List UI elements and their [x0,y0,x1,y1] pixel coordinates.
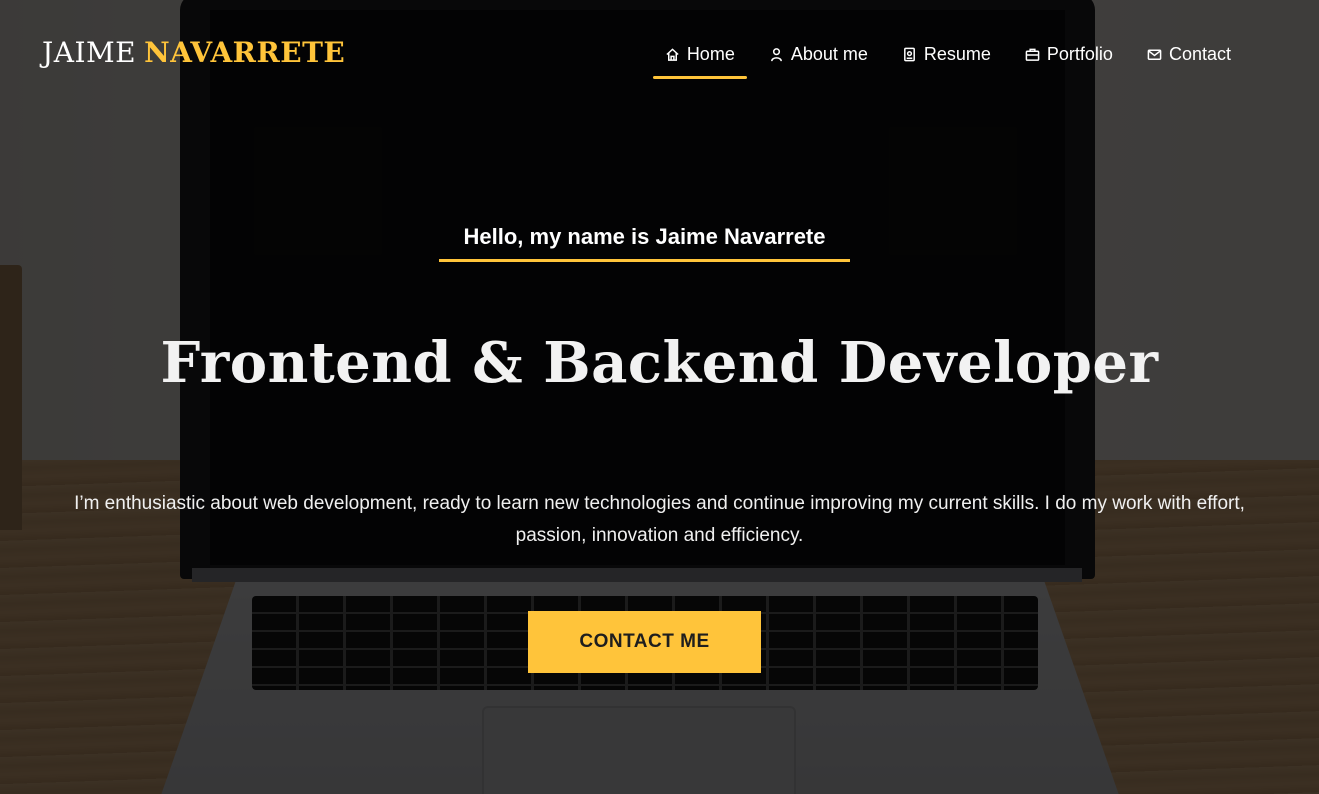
hero-section: Hello, my name is Jaime Navarrete Fronte… [0,0,1319,794]
hero-headline: Frontend & Backend Developer [160,330,1159,396]
contact-me-button[interactable]: CONTACT ME [528,611,761,673]
hero-greeting: Hello, my name is Jaime Navarrete [439,224,850,262]
hero-intro-text: I’m enthusiastic about web development, … [74,493,1245,546]
